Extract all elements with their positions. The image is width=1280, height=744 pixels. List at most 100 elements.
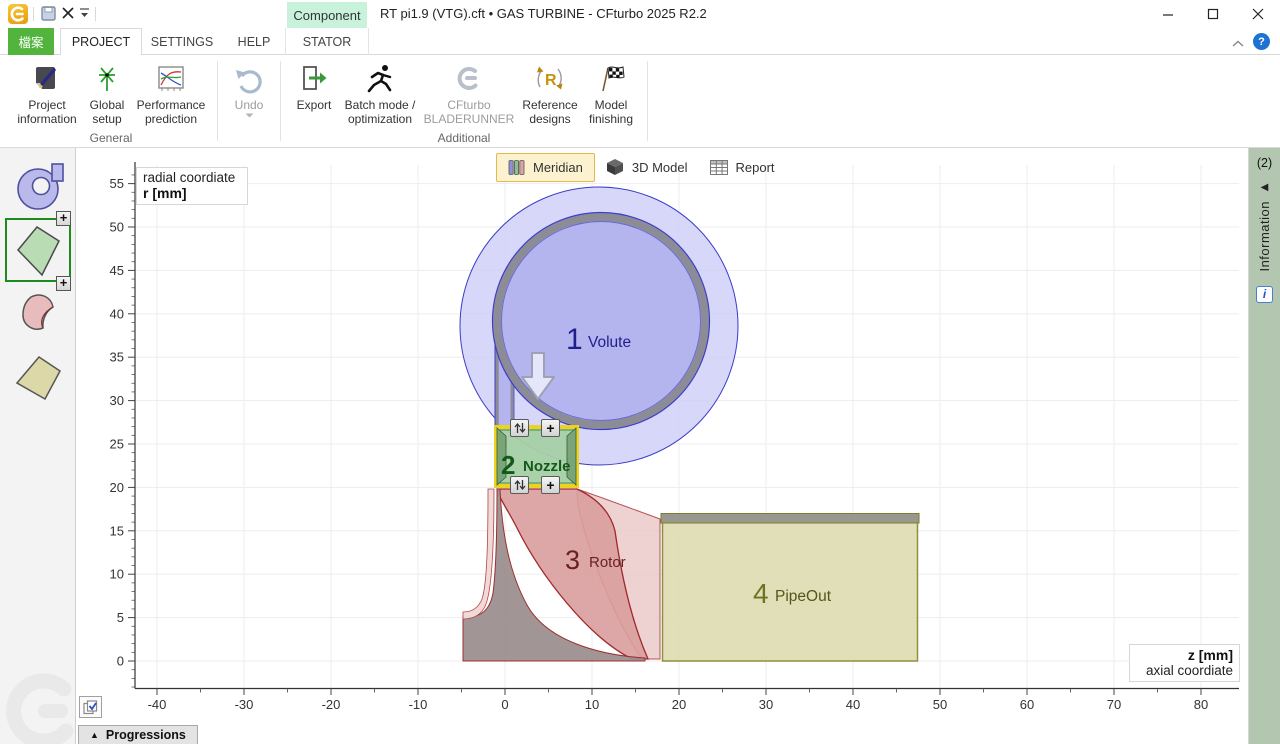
undo-button[interactable]: Undo: [225, 58, 273, 118]
svg-text:-20: -20: [322, 697, 341, 712]
pipeout-index: 4: [753, 578, 769, 609]
nozzle-add-top-button[interactable]: +: [541, 419, 560, 437]
close-button[interactable]: [1235, 0, 1280, 28]
sidebar-item-nozzle[interactable]: [14, 224, 62, 278]
export-button[interactable]: Export: [288, 58, 340, 112]
tab-report[interactable]: Report: [699, 155, 786, 180]
svg-text:50: 50: [110, 220, 124, 235]
customize-toolbar-icon[interactable]: [77, 4, 91, 22]
reference-r-arrows-icon: R: [533, 63, 567, 95]
meridian-plot: 1 Volute 3 Rotor 4 PipeOut: [76, 148, 1248, 744]
svg-text:10: 10: [585, 697, 599, 712]
collapse-ribbon-icon[interactable]: [1232, 35, 1246, 49]
tab-stator[interactable]: STATOR: [285, 28, 369, 55]
component-rotor[interactable]: 3 Rotor: [463, 489, 660, 661]
information-tab-label: Information: [1257, 201, 1272, 272]
svg-text:70: 70: [1107, 697, 1121, 712]
cfturbo-bladerunner-button[interactable]: CFturbo BLADERUNNER: [420, 58, 518, 126]
reference-designs-button[interactable]: R Reference designs: [518, 58, 582, 126]
cfturbo-watermark: [2, 673, 76, 744]
model-finishing-button[interactable]: Model finishing: [582, 58, 640, 126]
divider: [95, 7, 96, 21]
svg-text:-10: -10: [409, 697, 428, 712]
svg-text:80: 80: [1194, 697, 1208, 712]
info-icon: i: [1256, 286, 1273, 303]
svg-text:R: R: [545, 72, 557, 89]
cfturbo-logo-icon: [8, 4, 28, 24]
pipeout-label: PipeOut: [775, 588, 832, 605]
divider: [647, 61, 648, 141]
sidebar-item-rotor[interactable]: [16, 292, 64, 342]
running-man-icon: [364, 63, 396, 95]
component-sidebar: + +: [0, 148, 76, 744]
svg-text:0: 0: [501, 697, 508, 712]
tab-settings[interactable]: SETTINGS: [150, 28, 214, 55]
nozzle-swap-bottom-button[interactable]: [510, 476, 529, 494]
svg-text:60: 60: [1020, 697, 1034, 712]
add-component-after-button[interactable]: +: [56, 276, 71, 291]
nozzle-label: Nozzle: [523, 458, 571, 475]
tab-help[interactable]: HELP: [232, 28, 276, 55]
svg-text:20: 20: [672, 697, 686, 712]
component-volute[interactable]: 1 Volute: [460, 187, 738, 465]
divider: [33, 7, 34, 21]
progressions-button[interactable]: ▲ Progressions: [78, 725, 198, 744]
ribbon-group-label: General: [90, 131, 133, 145]
global-setup-button[interactable]: Global setup: [82, 58, 132, 126]
pencil-document-icon: [31, 63, 63, 95]
sidebar-item-pipeout[interactable]: [14, 354, 62, 402]
divider: [217, 61, 218, 141]
svg-text:40: 40: [110, 306, 124, 321]
add-component-before-button[interactable]: +: [56, 211, 71, 226]
svg-text:55: 55: [110, 176, 124, 191]
svg-text:0: 0: [117, 654, 124, 669]
swap-arrows-icon: [514, 422, 526, 434]
tab-3d-model[interactable]: 3D Model: [595, 153, 699, 181]
progressions-check-icon[interactable]: [79, 696, 102, 718]
title-bar: Component RT pi1.9 (VTG).cft • GAS TURBI…: [0, 0, 1280, 28]
svg-text:35: 35: [110, 350, 124, 365]
tab-project[interactable]: PROJECT: [60, 28, 142, 56]
app-window: Component RT pi1.9 (VTG).cft • GAS TURBI…: [0, 0, 1280, 744]
ribbon-group-label: Additional: [438, 131, 491, 145]
batch-mode-optimization-button[interactable]: Batch mode / optimization: [340, 58, 420, 126]
maximize-button[interactable]: [1190, 0, 1235, 28]
information-panel-tab[interactable]: (2) ◀ Information i: [1248, 148, 1280, 744]
ribbon-group-additional: Export Batch mode / optimization CFturbo…: [288, 58, 640, 147]
save-icon[interactable]: [39, 4, 57, 22]
svg-text:10: 10: [110, 567, 124, 582]
component-nozzle[interactable]: 2 Nozzle: [496, 427, 577, 486]
svg-text:30: 30: [759, 697, 773, 712]
project-information-button[interactable]: Project information: [12, 58, 82, 126]
meridian-canvas[interactable]: 1 Volute 3 Rotor 4 PipeOut: [76, 148, 1248, 744]
svg-text:40: 40: [846, 697, 860, 712]
volute-index: 1: [566, 323, 583, 356]
component-pipeout[interactable]: 4 PipeOut: [661, 514, 919, 662]
export-door-arrow-icon: [298, 63, 330, 95]
expand-up-icon: ▲: [90, 730, 99, 740]
performance-chart-icon: [154, 63, 188, 95]
tab-meridian[interactable]: Meridian: [496, 153, 595, 182]
undo-arrow-icon: [232, 63, 266, 95]
minimize-button[interactable]: [1145, 0, 1190, 28]
impeller-star-icon: [91, 63, 123, 95]
window-title: RT pi1.9 (VTG).cft • GAS TURBINE - CFtur…: [380, 6, 707, 21]
nozzle-swap-top-button[interactable]: [510, 419, 529, 437]
sidebar-item-volute[interactable]: [12, 162, 64, 212]
svg-text:15: 15: [110, 523, 124, 538]
tab-file[interactable]: 檔案: [8, 28, 54, 55]
help-button[interactable]: ?: [1253, 33, 1270, 50]
table-icon: [710, 160, 728, 175]
nozzle-add-bottom-button[interactable]: +: [541, 476, 560, 494]
volute-label: Volute: [588, 334, 631, 351]
svg-text:-40: -40: [148, 697, 167, 712]
rotor-index: 3: [565, 545, 580, 575]
svg-text:5: 5: [117, 610, 124, 625]
dropdown-caret-icon: [245, 113, 254, 118]
divider: [280, 61, 281, 141]
expand-panel-icon: ◀: [1261, 182, 1269, 193]
performance-prediction-button[interactable]: Performance prediction: [132, 58, 210, 126]
y-axis-title: radial coordiate r [mm]: [136, 167, 248, 205]
information-count-badge: (2): [1257, 156, 1272, 170]
close-file-icon[interactable]: [60, 4, 76, 22]
